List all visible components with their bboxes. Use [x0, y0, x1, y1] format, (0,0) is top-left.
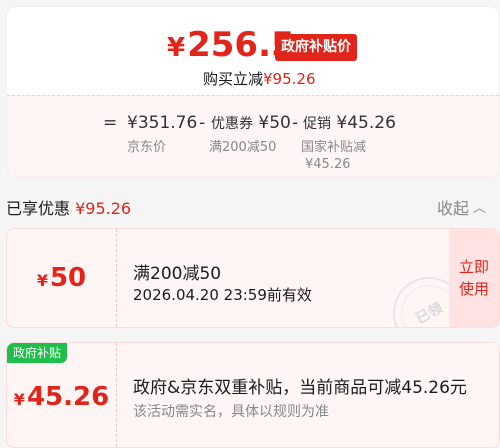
chevron-up-icon: ︿ [472, 201, 486, 216]
buy-reduce-label: 购买立减 [203, 70, 264, 88]
formula-promo-amount: ¥45.26 [336, 113, 396, 133]
discount-summary-amount: ¥95.26 [75, 199, 132, 218]
discount-summary-label: 已享优惠 [6, 199, 71, 218]
formula-equals: = [103, 113, 118, 133]
discount-summary-row: 已享优惠 ¥95.26 收起 ︿ [0, 193, 500, 219]
formula-coupon: 优惠券 ¥50 [211, 112, 291, 135]
coupon-value-amount: 50 [49, 263, 87, 293]
subsidy-value-amount: 45.26 [26, 382, 110, 412]
coupon-title: 满200减50 [133, 264, 222, 284]
formula-promo: 促销 ¥45.26 [303, 112, 396, 135]
currency-symbol: ¥ [167, 33, 186, 63]
price-formula-section: = ¥351.76 - 优惠券 ¥50 - 促销 ¥45.26 京东价 满200… [7, 95, 499, 177]
subsidy-description: 政府&京东双重补贴，当前商品可减45.26元 [133, 378, 467, 398]
coupon-expiry: 2026.04.20 23:59前有效 [133, 286, 312, 304]
coupon-currency: ¥ [36, 271, 48, 290]
formula-minus-2: - [292, 113, 299, 133]
buy-reduce-line: 购买立减¥95.26 [203, 69, 316, 89]
sub-label-coupon: 满200减50 [209, 140, 277, 155]
formula-minus-1: - [199, 113, 206, 133]
collapse-button[interactable]: 收起 ︿ [437, 195, 486, 219]
formula-coupon-label: 优惠券 [211, 116, 253, 132]
coupon-value: ¥50 [37, 263, 86, 293]
buy-reduce-amount: ¥95.26 [263, 70, 316, 88]
coupon-card: ¥50 满200减50 2026.04.20 23:59前有效 已领 立即 使用 [6, 228, 500, 328]
gov-subsidy-tag: 政府补贴 [7, 343, 68, 363]
formula-jd-price: ¥351.76 [127, 113, 198, 133]
coupon-value-block: ¥50 [7, 229, 117, 327]
final-price-section: ¥ 256.5 政府补贴价 购买立减¥95.26 [7, 7, 499, 93]
subsidy-currency: ¥ [13, 390, 25, 409]
subsidy-value: ¥45.26 [14, 378, 109, 412]
subsidy-note: 该活动需实名，具体以规则为准 [133, 404, 329, 420]
gov-subsidy-price-badge: 政府补贴价 [275, 34, 357, 61]
sub-label-promo-line1: 国家补贴减 [301, 140, 367, 155]
use-now-label-line2: 使用 [458, 280, 489, 298]
formula-coupon-amount: ¥50 [258, 113, 291, 133]
price-breakdown-card: ¥ 256.5 政府补贴价 购买立减¥95.26 = ¥351.76 - 优惠券… [6, 6, 500, 178]
collapse-label: 收起 [436, 199, 469, 218]
use-now-label-line1: 立即 [458, 258, 489, 276]
claimed-stamp-text: 已领 [413, 300, 446, 328]
formula-promo-label: 促销 [303, 116, 331, 132]
discount-summary: 已享优惠 ¥95.26 [6, 195, 131, 219]
sub-label-jd-price: 京东价 [127, 140, 167, 155]
use-now-button[interactable]: 立即 使用 [449, 229, 499, 327]
sub-label-promo-line2: ¥45.26 [305, 157, 351, 172]
gov-subsidy-card: ¥45.26 政府补贴 政府&京东双重补贴，当前商品可减45.26元 该活动需实… [6, 342, 500, 448]
